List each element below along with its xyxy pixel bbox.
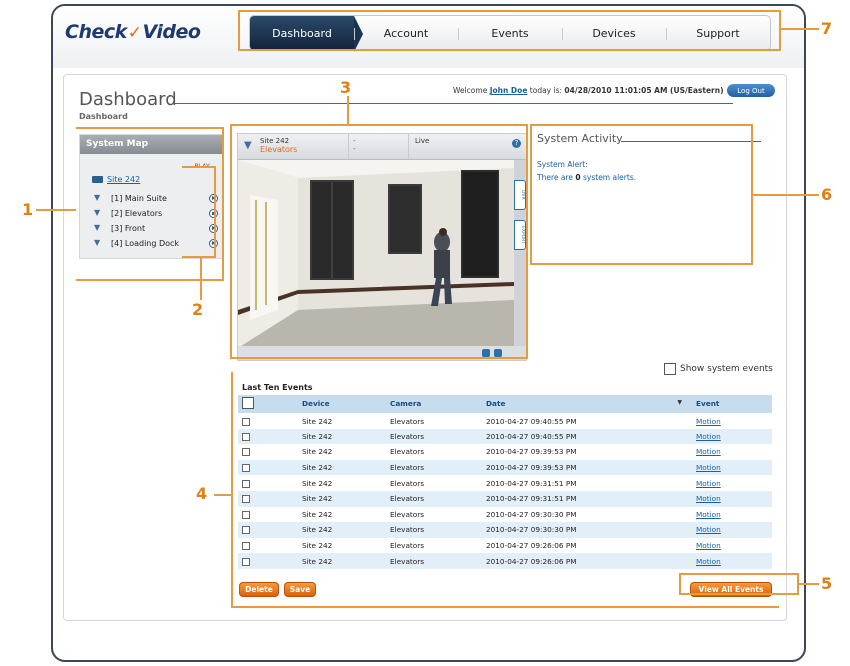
title-divider [173, 103, 733, 104]
current-timestamp: 04/28/2010 11:01:05 AM (US/Eastern) [564, 86, 724, 95]
callout-box-3 [230, 124, 528, 359]
callout-box-5 [679, 573, 799, 595]
callout-number-1: 1 [22, 200, 34, 219]
callout-box-2 [182, 166, 216, 258]
breadcrumb: Dashboard [79, 112, 128, 121]
page-title: Dashboard [79, 89, 177, 110]
callout-number-7: 7 [821, 19, 833, 38]
callout-line-7 [781, 28, 819, 30]
logo-text-video: Video [142, 21, 201, 43]
checkvideo-logo[interactable]: Check✓Video [65, 21, 201, 43]
callout-box-6 [530, 124, 753, 265]
callout-box-7 [238, 10, 781, 51]
logo-check-mark-icon: ✓ [127, 23, 142, 43]
logo-text-check: Check [65, 21, 127, 43]
callout-number-5: 5 [821, 574, 833, 593]
callout-line-5 [799, 583, 819, 585]
callout-number-6: 6 [821, 185, 833, 204]
callout-line-1 [36, 209, 76, 211]
callout-number-2: 2 [192, 300, 204, 319]
callout-line-4 [214, 494, 232, 496]
today-label: today is: [529, 86, 563, 95]
welcome-prefix: Welcome [453, 86, 488, 95]
callout-line-6 [753, 194, 819, 196]
callout-number-3: 3 [340, 78, 352, 97]
callout-line-2 [200, 258, 202, 300]
logout-button[interactable]: Log Out [727, 84, 775, 97]
user-link[interactable]: John Doe [490, 86, 528, 95]
callout-number-4: 4 [196, 484, 208, 503]
welcome-bar: Welcome John Doe today is: 04/28/2010 11… [453, 86, 724, 95]
callout-line-3 [347, 96, 349, 124]
